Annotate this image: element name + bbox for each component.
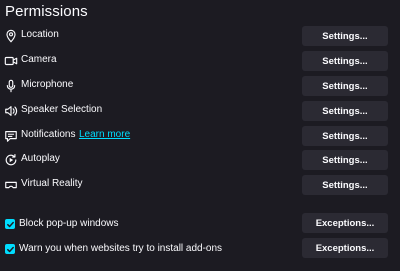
block-popups-checkbox[interactable] — [5, 219, 15, 229]
popup-exceptions-button[interactable]: Exceptions... — [302, 213, 388, 233]
permission-label-notifications: Notifications — [21, 129, 76, 140]
location-pin-icon — [4, 29, 18, 43]
addons-exceptions-button[interactable]: Exceptions... — [302, 238, 388, 258]
notification-icon — [4, 129, 18, 143]
microphone-icon — [4, 79, 18, 93]
permission-label-microphone: Microphone — [21, 79, 74, 90]
vr-headset-icon — [4, 178, 18, 192]
checkmark-icon — [6, 221, 14, 227]
location-settings-button[interactable]: Settings... — [302, 26, 388, 46]
camera-icon — [4, 54, 18, 68]
autoplay-settings-button[interactable]: Settings... — [302, 150, 388, 170]
page-title: Permissions — [5, 3, 88, 20]
camera-settings-button[interactable]: Settings... — [302, 51, 388, 71]
warn-addons-checkbox[interactable] — [5, 244, 15, 254]
permission-label-camera: Camera — [21, 54, 57, 65]
microphone-settings-button[interactable]: Settings... — [302, 76, 388, 96]
permission-label-speaker: Speaker Selection — [21, 104, 103, 115]
checkmark-icon — [6, 246, 14, 252]
autoplay-icon — [4, 153, 18, 167]
speaker-icon — [4, 104, 18, 118]
vr-settings-button[interactable]: Settings... — [302, 175, 388, 195]
learn-more-link[interactable]: Learn more — [79, 129, 130, 140]
permission-label-autoplay: Autoplay — [21, 153, 60, 164]
speaker-settings-button[interactable]: Settings... — [302, 101, 388, 121]
permission-label-location: Location — [21, 29, 59, 40]
warn-addons-label[interactable]: Warn you when websites try to install ad… — [19, 243, 222, 254]
permission-label-vr: Virtual Reality — [21, 178, 83, 189]
block-popups-label[interactable]: Block pop-up windows — [19, 218, 119, 229]
notifications-settings-button[interactable]: Settings... — [302, 126, 388, 146]
